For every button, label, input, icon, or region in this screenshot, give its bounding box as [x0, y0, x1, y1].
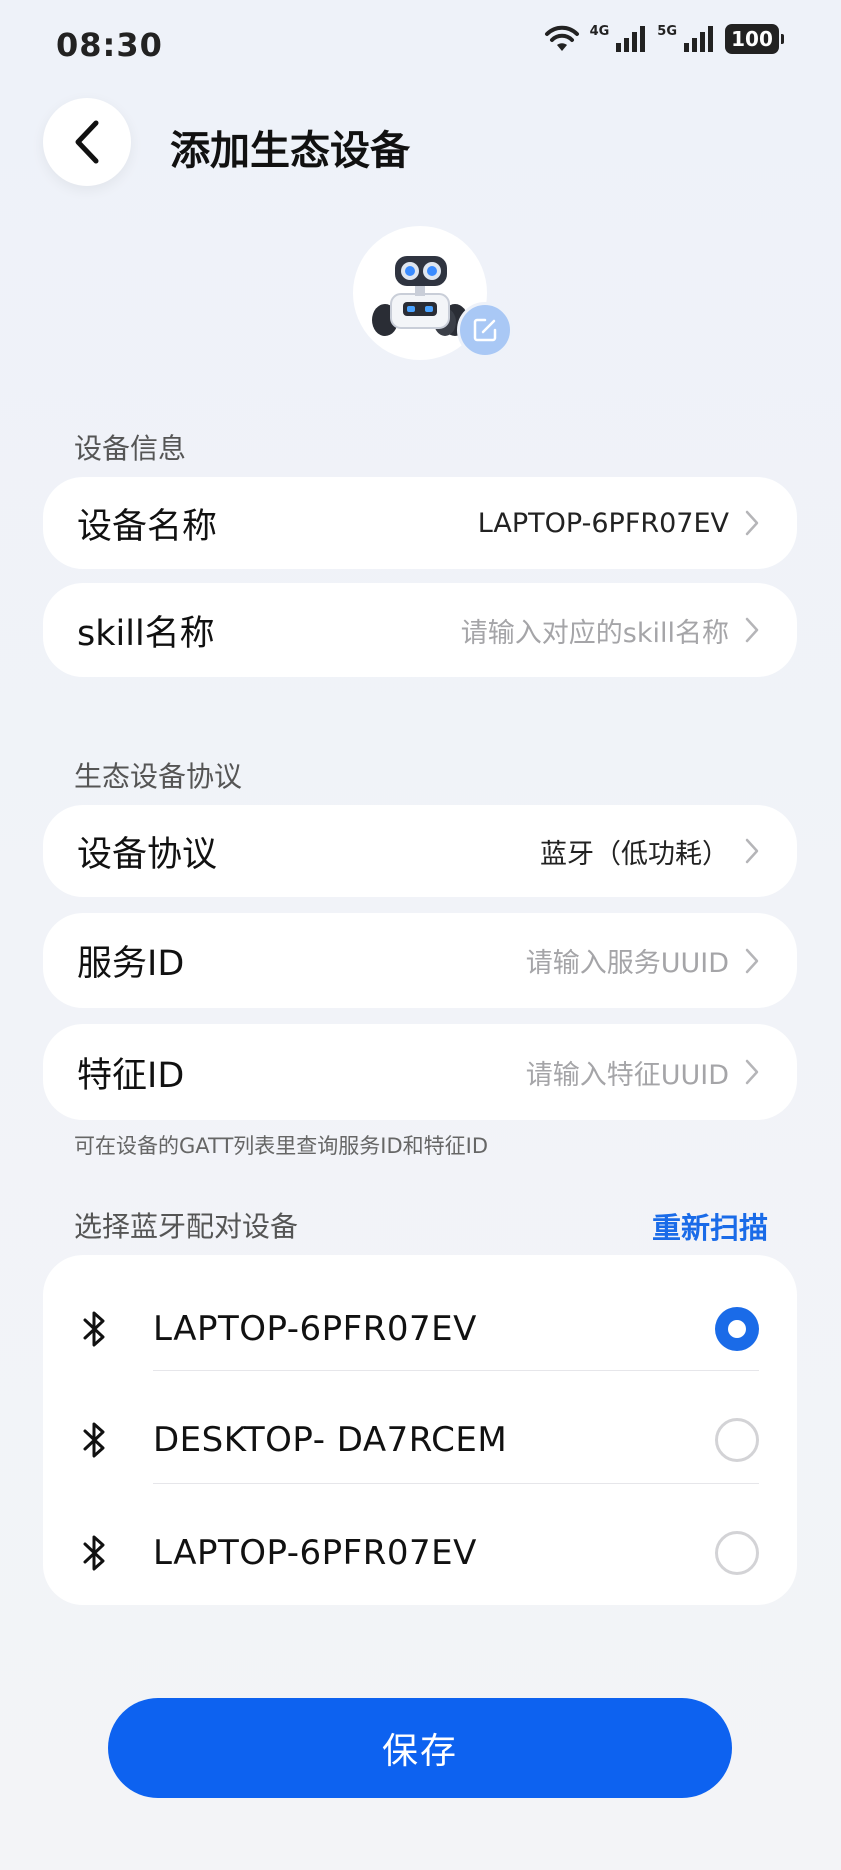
edit-icon [473, 318, 497, 342]
service-id-input[interactable]: 请输入服务UUID [526, 941, 729, 980]
bluetooth-device-item[interactable]: LAPTOP-6PFR07EV [43, 1273, 797, 1385]
status-icons: 4G 5G 100 [544, 23, 784, 54]
battery-level: 100 [731, 27, 773, 51]
device-protocol-label: 设备协议 [77, 834, 218, 875]
chevron-right-icon [745, 510, 759, 536]
service-id-label: 服务ID [77, 944, 185, 984]
rescan-button[interactable]: 重新扫描 [652, 1205, 768, 1247]
status-time: 08:30 [56, 26, 163, 64]
feature-id-row[interactable]: 特征ID 请输入特征UUID [43, 1024, 797, 1120]
divider [153, 1483, 759, 1484]
radio-selected[interactable] [715, 1307, 759, 1351]
feature-id-label: 特征ID [77, 1055, 185, 1096]
chevron-right-icon [745, 617, 759, 643]
bluetooth-section-label: 选择蓝牙配对设备 [74, 1210, 299, 1243]
page-title: 添加生态设备 [170, 128, 410, 174]
network-4g-label: 4G [589, 23, 610, 39]
bluetooth-device-name: DESKTOP- DA7RCEM [153, 1420, 508, 1460]
device-avatar-container[interactable] [353, 226, 513, 360]
save-button[interactable]: 保存 [108, 1698, 732, 1798]
device-name-label: 设备名称 [77, 506, 218, 547]
bluetooth-device-item[interactable]: DESKTOP- DA7RCEM [43, 1384, 797, 1496]
network-5g-label: 5G [657, 23, 677, 39]
bluetooth-icon [83, 1311, 105, 1347]
status-bar: 08:30 4G 5G 100 [0, 0, 841, 92]
chevron-left-icon [75, 120, 99, 164]
bluetooth-icon [83, 1422, 105, 1458]
bluetooth-device-name: LAPTOP-6PFR07EV [153, 1309, 477, 1349]
device-protocol-row[interactable]: 设备协议 蓝牙（低功耗） [43, 805, 797, 897]
service-id-row[interactable]: 服务ID 请输入服务UUID [43, 913, 797, 1008]
chevron-right-icon [745, 948, 759, 973]
radio-unselected[interactable] [715, 1418, 759, 1462]
chevron-right-icon [745, 838, 759, 864]
battery-icon: 100 [725, 24, 784, 54]
wifi-icon [544, 25, 579, 51]
device-name-value: LAPTOP-6PFR07EV [477, 507, 729, 539]
skill-name-input[interactable]: 请输入对应的skill名称 [461, 611, 729, 650]
device-name-row[interactable]: 设备名称 LAPTOP-6PFR07EV [43, 477, 797, 569]
chevron-right-icon [745, 1059, 759, 1085]
signal-icon [684, 26, 713, 52]
skill-name-row[interactable]: skill名称 请输入对应的skill名称 [43, 583, 797, 677]
protocol-section-label: 生态设备协议 [74, 760, 243, 793]
back-button[interactable] [43, 98, 131, 186]
bluetooth-icon [83, 1535, 105, 1571]
radio-unselected[interactable] [715, 1531, 759, 1575]
device-info-section-label: 设备信息 [74, 432, 187, 465]
feature-id-input[interactable]: 请输入特征UUID [526, 1053, 729, 1092]
edit-avatar-button[interactable] [457, 302, 513, 358]
bluetooth-device-item[interactable]: LAPTOP-6PFR07EV [43, 1497, 797, 1609]
bluetooth-device-name: LAPTOP-6PFR07EV [153, 1533, 477, 1573]
divider [153, 1370, 759, 1371]
device-protocol-value: 蓝牙（低功耗） [540, 838, 729, 870]
gatt-hint-text: 可在设备的GATT列表里查询服务ID和特征ID [74, 1134, 489, 1158]
skill-name-label: skill名称 [77, 613, 215, 654]
signal-icon [616, 26, 646, 52]
bluetooth-device-list: LAPTOP-6PFR07EV DESKTOP- DA7RCEM LAPTOP-… [43, 1255, 797, 1605]
